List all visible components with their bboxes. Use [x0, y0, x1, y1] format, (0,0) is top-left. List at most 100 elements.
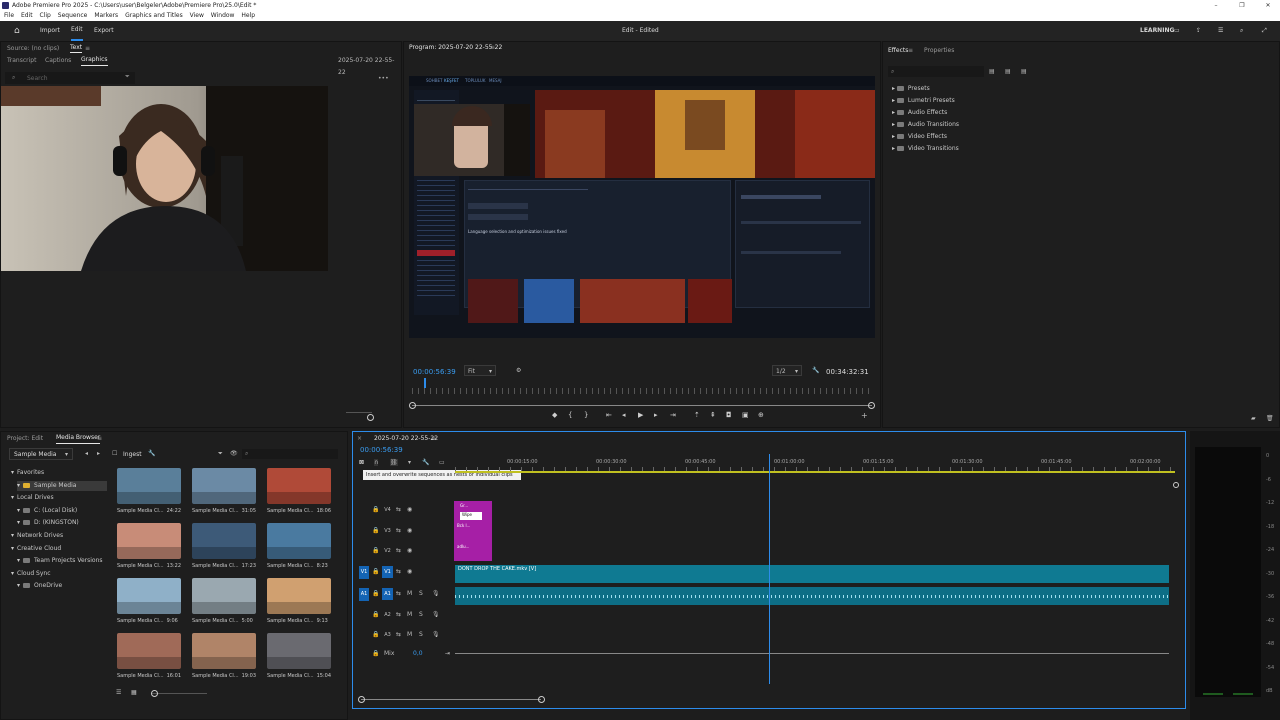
- close-icon[interactable]: ×: [357, 433, 362, 445]
- track-name[interactable]: V4: [382, 504, 393, 516]
- track-name[interactable]: A2: [382, 609, 393, 621]
- effects-search-input[interactable]: ⌕: [888, 66, 984, 77]
- mark-out-icon[interactable]: }: [584, 411, 588, 419]
- microphone-icon[interactable]: 🎙: [432, 611, 440, 618]
- thumbnail-size-handle[interactable]: [151, 690, 158, 697]
- menu-window[interactable]: Window: [211, 12, 235, 19]
- filter-icon[interactable]: ⏷: [125, 73, 130, 81]
- lock-icon[interactable]: 🔒: [372, 631, 379, 638]
- track-header-v4[interactable]: 🔒 V4 ⇆ ◉: [357, 502, 453, 519]
- monitor-playhead[interactable]: [423, 378, 426, 388]
- source-label[interactable]: Source: (no clips): [7, 43, 59, 55]
- panel-menu-icon[interactable]: ≡: [908, 45, 913, 57]
- solo-icon[interactable]: S: [419, 611, 423, 618]
- lock-icon[interactable]: 🔒: [372, 611, 379, 618]
- close-button[interactable]: ✕: [1256, 0, 1280, 11]
- lift-icon[interactable]: ⇡: [694, 411, 700, 419]
- work-area-bar[interactable]: [455, 471, 1175, 473]
- mute-icon[interactable]: M: [407, 611, 412, 618]
- solo-icon[interactable]: S: [419, 590, 423, 597]
- track-header-a3[interactable]: 🔒 A3 ⇆ M S 🎙: [357, 627, 453, 644]
- eye-icon[interactable]: ◉: [407, 547, 412, 554]
- home-icon[interactable]: ⌂: [14, 21, 20, 41]
- menu-help[interactable]: Help: [241, 12, 255, 19]
- minimize-button[interactable]: –: [1204, 0, 1228, 11]
- yuv-icon[interactable]: ▤: [1021, 68, 1027, 75]
- zoom-slider-handle[interactable]: [367, 414, 374, 421]
- wrench-icon[interactable]: 🔧: [422, 459, 429, 466]
- track-name[interactable]: V1: [382, 566, 393, 578]
- fullscreen-icon[interactable]: ⤢: [1262, 21, 1267, 41]
- location-dropdown[interactable]: Sample Media ▾: [9, 448, 73, 460]
- sync-lock-icon[interactable]: ⇆: [396, 611, 401, 618]
- add-marker-icon[interactable]: ▾: [408, 459, 411, 466]
- wrench-icon[interactable]: 🔧: [148, 450, 155, 457]
- track-header-a2[interactable]: 🔒 A2 ⇆ M S 🎙: [357, 607, 453, 624]
- snap-icon[interactable]: ∩: [374, 459, 379, 466]
- folder-tree-item[interactable]: ▾ Cloud Sync: [11, 569, 51, 579]
- graphic-clips[interactable]: Gr... Wipe Bck l... adlu...: [454, 501, 492, 561]
- captions-icon[interactable]: ▭: [439, 459, 445, 466]
- timeline-zoom-bar[interactable]: [361, 699, 541, 700]
- lock-icon[interactable]: 🔒: [372, 590, 379, 597]
- step-back-icon[interactable]: ◂: [622, 411, 626, 419]
- track-header-v2[interactable]: 🔒 V2 ⇆ ◉: [357, 543, 453, 560]
- icon-view-icon[interactable]: ▦: [131, 689, 137, 696]
- panel-menu-icon[interactable]: ≡: [85, 43, 90, 55]
- clip-thumbnail[interactable]: [192, 523, 256, 559]
- new-bin-icon[interactable]: ▤: [989, 68, 995, 75]
- zoom-bar-end-handle[interactable]: [868, 402, 875, 409]
- restore-button[interactable]: ❐: [1230, 0, 1254, 11]
- tab-media-browser[interactable]: Media Browser: [56, 433, 101, 444]
- track-header-v1[interactable]: V1 🔒 V1 ⇆ ◉: [357, 564, 453, 581]
- panel-menu-icon[interactable]: ≡: [97, 433, 102, 445]
- mute-icon[interactable]: M: [407, 631, 412, 638]
- folder-tree-item[interactable]: ▾ Creative Cloud: [11, 544, 61, 554]
- step-forward-icon[interactable]: ▸: [654, 411, 658, 419]
- clip-thumbnail[interactable]: [267, 468, 331, 504]
- folder-tree-item[interactable]: ▾ C: (Local Disk): [17, 506, 77, 516]
- effects-item-lumetri[interactable]: ▸ Lumetri Presets: [892, 96, 955, 106]
- share-icon[interactable]: ⇪: [1196, 21, 1201, 41]
- audio-clip[interactable]: [455, 587, 1169, 605]
- sync-lock-icon[interactable]: ⇆: [396, 506, 401, 513]
- quality-dropdown[interactable]: 1/2 ▾: [772, 365, 802, 376]
- more-options-icon[interactable]: •••: [378, 75, 389, 82]
- text-tab[interactable]: Text: [70, 43, 83, 53]
- playhead-timecode[interactable]: 00:00:56:39: [413, 368, 456, 376]
- new-bin-icon[interactable]: ▰: [1251, 415, 1256, 422]
- export-frame-icon[interactable]: ◘: [726, 411, 732, 419]
- lock-icon[interactable]: 🔒: [372, 547, 379, 554]
- solo-icon[interactable]: S: [419, 631, 423, 638]
- clip-thumbnail[interactable]: [117, 633, 181, 669]
- vr-icon[interactable]: ⊕: [758, 411, 764, 419]
- lock-icon[interactable]: 🔒: [372, 506, 379, 513]
- tab-transcript[interactable]: Transcript: [7, 55, 36, 67]
- sequence-tab[interactable]: 2025-07-20 22-55-22: [374, 433, 438, 445]
- menu-graphics[interactable]: Graphics and Titles: [125, 12, 183, 19]
- settings-icon[interactable]: ⚙: [516, 367, 521, 374]
- sync-lock-icon[interactable]: ⇆: [396, 568, 401, 575]
- folder-tree-item[interactable]: ▾ Favorites: [11, 468, 44, 478]
- sync-lock-icon[interactable]: ⇆: [396, 590, 401, 597]
- clip-thumbnail[interactable]: [192, 633, 256, 669]
- forward-icon[interactable]: ▸: [97, 450, 100, 457]
- tab-properties[interactable]: Properties: [924, 45, 954, 57]
- track-header-v3[interactable]: 🔒 V3 ⇆ ◉: [357, 523, 453, 540]
- effects-item-presets[interactable]: ▸ Presets: [892, 84, 930, 94]
- zoom-bar[interactable]: [412, 405, 872, 406]
- panel-menu-icon[interactable]: ≡: [431, 433, 436, 445]
- effects-item-video-effects[interactable]: ▸ Video Effects: [892, 132, 947, 142]
- program-title[interactable]: Program: 2025-07-20 22-55-22: [409, 42, 502, 54]
- timeline-timecode[interactable]: 00:00:56:39: [360, 446, 403, 454]
- media-search-input[interactable]: ⌕: [242, 449, 338, 459]
- clip-thumbnail[interactable]: [192, 578, 256, 614]
- lock-icon[interactable]: 🔒: [372, 568, 379, 575]
- add-marker-icon[interactable]: ◆: [552, 411, 557, 419]
- filter-icon[interactable]: ⏷: [218, 450, 223, 458]
- wrench-icon[interactable]: 🔧: [812, 367, 819, 374]
- clip-thumbnail[interactable]: [267, 633, 331, 669]
- effects-item-audio-transitions[interactable]: ▸ Audio Transitions: [892, 120, 959, 130]
- clip-thumbnail[interactable]: [117, 578, 181, 614]
- folder-tree-item[interactable]: ▾ Team Projects Versions: [17, 556, 103, 566]
